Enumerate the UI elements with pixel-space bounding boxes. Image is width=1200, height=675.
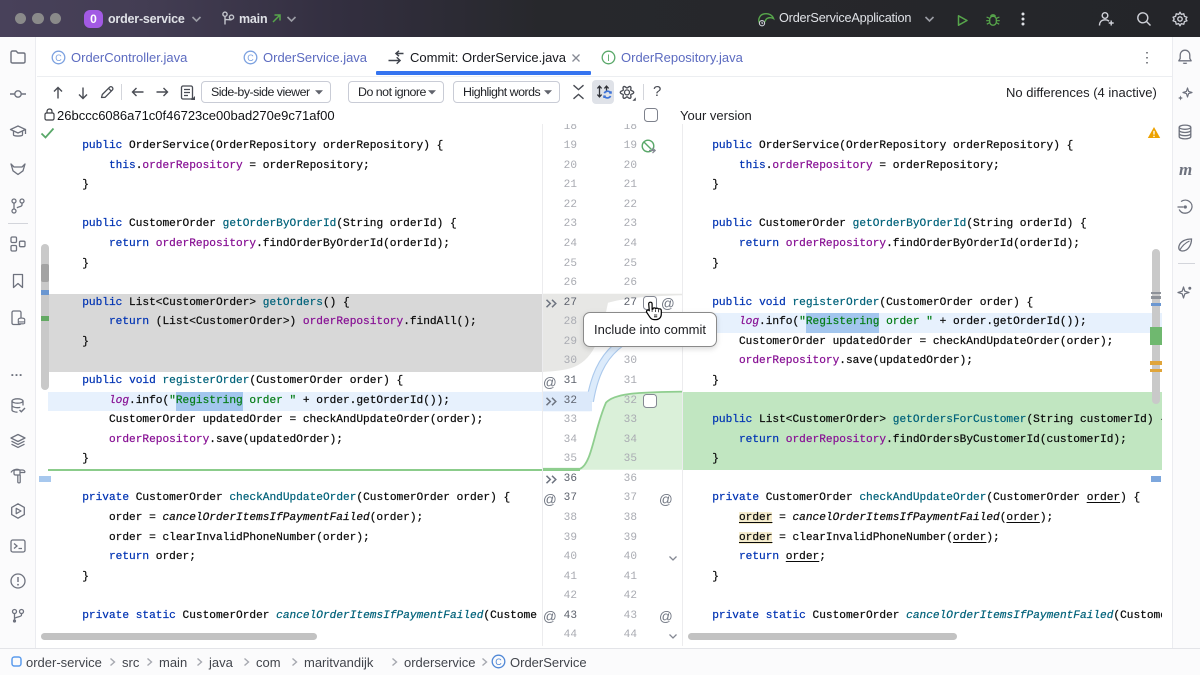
svg-text:C: C [495, 657, 502, 667]
svg-text:C: C [55, 53, 62, 63]
svg-text:C: C [247, 53, 254, 63]
svg-text:I: I [607, 53, 610, 64]
